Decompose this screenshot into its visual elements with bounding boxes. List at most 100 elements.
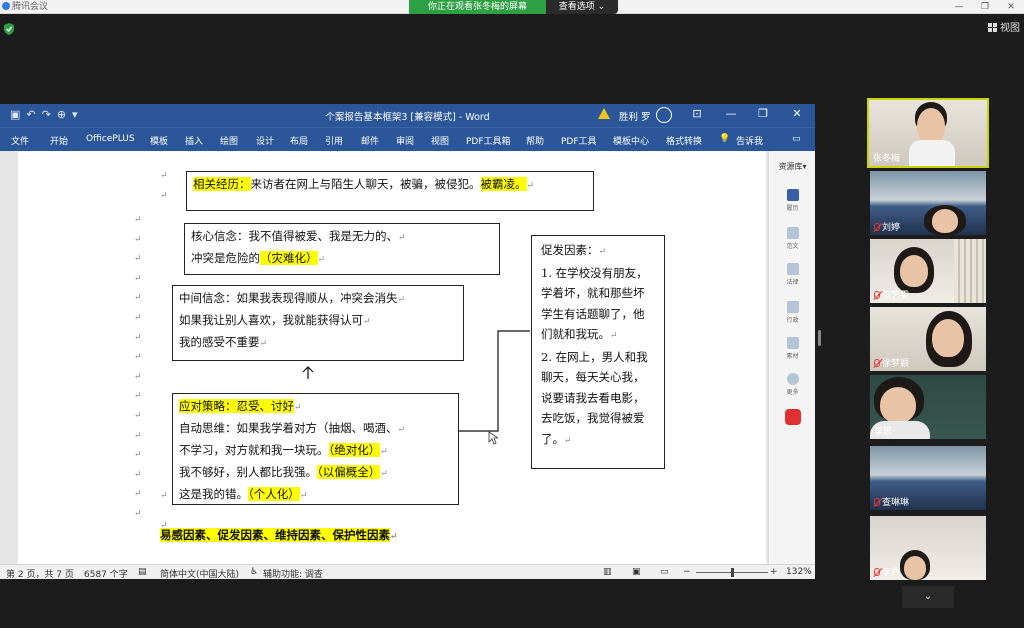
experience-box[interactable]: 相关经历：来访者在网上与陌生人聊天，被骗，被侵犯。被霸凌。↵	[186, 171, 594, 211]
lightbulb-icon[interactable]: 💡	[719, 134, 730, 144]
administration-item[interactable]: 行政	[769, 301, 816, 324]
red-packet-icon[interactable]	[769, 409, 816, 427]
document-area: ↵ ↵ ↵ ↵ ↵ ↵ ↵ ↵ ↵ ↵ ↵ ↵ ↵ ↵ ↵ ↵ ↵ ↵ ↵ ↵ 相关经历：来访者在网上与陌生人聊天…	[0, 151, 815, 564]
participant-name: 李思	[874, 427, 893, 437]
web-layout-icon[interactable]: ▭	[660, 567, 669, 577]
tab-home[interactable]: 开始	[50, 134, 68, 147]
tab-template-center[interactable]: 模板中心	[613, 134, 649, 147]
tab-references[interactable]: 引用	[325, 134, 343, 147]
user-avatar[interactable]	[656, 107, 672, 123]
participant-tile[interactable]: 李燕	[870, 516, 986, 580]
participant-name: 刘婷	[874, 220, 900, 233]
zoom-out-icon[interactable]: −	[683, 567, 691, 577]
resume-icon	[786, 189, 799, 201]
tab-draw[interactable]: 绘图	[220, 134, 238, 147]
zoom-in-icon[interactable]: +	[770, 567, 778, 577]
intermediate-belief-box[interactable]: 中间信念：如果我表现得顺从，冲突会消失↵ 如果我让别人喜欢，我就能获得认可↵ 我…	[172, 285, 464, 361]
participant-tile[interactable]: 李思	[870, 375, 986, 439]
coping-strategy-box[interactable]: 应对策略：忍受、讨好↵ 自动思维：如果我学着对方（抽烟、喝酒、↵ 不学习，对方就…	[172, 393, 459, 505]
zoom-level[interactable]: 132%	[786, 567, 812, 577]
participant-tile[interactable]: 查琳琳	[870, 446, 986, 510]
automatic-thought-line2: 不学习，对方就和我一块玩。	[179, 443, 329, 457]
tab-design[interactable]: 设计	[256, 134, 274, 147]
participant-tile[interactable]: 徐梦颖	[870, 307, 986, 371]
accessibility-status[interactable]: 辅助功能: 调查	[263, 567, 323, 580]
automatic-thought-tag2: （以偏概全）	[317, 465, 381, 479]
more-item[interactable]: 更多	[769, 373, 816, 396]
tab-insert[interactable]: 插入	[185, 134, 203, 147]
word-window: ▣↶↷⊕▾ 个案报告基本框架3 [兼容模式] - Word 胜利 罗 ⊡ — ❐…	[0, 104, 815, 580]
participant-name: 张艺雯	[874, 288, 909, 301]
restore-icon[interactable]: ❐	[972, 0, 998, 14]
user-name: 胜利 罗	[619, 112, 651, 123]
read-mode-icon[interactable]: ▥	[603, 567, 612, 577]
automatic-thought-line3: 我不够好，别人都比我强。	[179, 465, 317, 479]
view-options-button[interactable]: 查看选项 ⌄	[546, 0, 618, 14]
gallery-view-button[interactable]: 视图	[988, 19, 1020, 34]
tab-officeplus[interactable]: OfficePLUS	[86, 134, 135, 144]
tab-view[interactable]: 视图	[431, 134, 449, 147]
core-belief-tag: （灾难化）	[260, 251, 318, 265]
comments-icon[interactable]: ▭	[792, 134, 801, 144]
materials-item[interactable]: 素材	[769, 337, 816, 360]
paragraph-mark: ↵ ↵	[160, 171, 168, 201]
word-minimize-icon[interactable]: —	[716, 107, 746, 120]
tab-review[interactable]: 审阅	[396, 134, 414, 147]
resume-item[interactable]: 履历	[769, 189, 816, 212]
participant-name: 李燕	[874, 565, 900, 578]
security-shield-icon[interactable]	[3, 23, 15, 35]
precipitating-factors-box[interactable]: 促发因素：↵ 1. 在学校没有朋友，学着坏，就和那些坏学生有话题聊了，他们就和我…	[531, 235, 665, 469]
zoom-slider-thumb[interactable]	[731, 568, 734, 577]
intermediate-line3: 我的感受不重要	[179, 335, 260, 349]
participant-tile[interactable]: 刘婷	[870, 171, 986, 235]
trigger-item-1: 1. 在学校没有朋友，学着坏，就和那些坏学生有话题聊了，他们就和我玩。	[541, 265, 648, 342]
meeting-logo-icon	[2, 2, 10, 10]
tab-help[interactable]: 帮助	[526, 134, 544, 147]
page-count[interactable]: 第 2 页，共 7 页	[6, 567, 74, 580]
print-layout-icon[interactable]: ▣	[632, 567, 641, 577]
participant-tile[interactable]: 张艺雯	[870, 239, 986, 303]
administration-icon	[786, 301, 799, 313]
close-icon[interactable]: ✕	[998, 0, 1024, 14]
muted-mic-icon	[874, 291, 880, 299]
muted-mic-icon	[874, 223, 880, 231]
minimize-icon[interactable]: —	[946, 0, 972, 14]
experience-text: 来访者在网上与陌生人聊天，被骗，被侵犯。	[250, 177, 481, 191]
trigger-title: 促发因素：	[541, 243, 599, 257]
resource-library-panel: 资源库▾ 履历 范文 法律 行政 素材 更多	[768, 151, 815, 564]
tell-me-search[interactable]: 告诉我	[736, 134, 763, 147]
core-belief-box[interactable]: 核心信念：我不值得被爱、我是无力的、↵ 冲突是危险的（灾难化）↵	[184, 223, 500, 275]
resource-library-title[interactable]: 资源库▾	[769, 161, 816, 172]
factors-heading: 易感因素、促发因素、维持因素、保护性因素↵	[160, 528, 398, 542]
warning-icon[interactable]	[598, 108, 610, 119]
experience-label: 相关经历：	[193, 177, 251, 191]
more-icon	[786, 373, 799, 385]
app-title: 腾讯会议	[2, 0, 48, 14]
tab-templates[interactable]: 模板	[150, 134, 168, 147]
proofing-icon[interactable]: ▤	[138, 567, 147, 577]
word-restore-icon[interactable]: ❐	[748, 107, 778, 120]
sample-essay-item[interactable]: 范文	[769, 227, 816, 250]
law-icon	[786, 263, 799, 275]
ribbon-display-icon[interactable]: ⊡	[682, 107, 712, 120]
participant-tile[interactable]: 张冬梅	[867, 98, 989, 168]
tab-format-convert[interactable]: 格式转换	[666, 134, 702, 147]
expand-participants-button[interactable]: ⌄	[902, 586, 954, 608]
automatic-thought-tag1: （绝对化）	[328, 443, 381, 457]
chevron-down-icon: ⌄	[923, 591, 933, 602]
coping-strategy-label: 应对策略：忍受、讨好	[179, 399, 294, 413]
law-item[interactable]: 法律	[769, 263, 816, 286]
tab-file[interactable]: 文件	[11, 134, 29, 147]
tab-pdf-toolbox[interactable]: PDF工具箱	[466, 134, 511, 147]
word-count[interactable]: 6587 个字	[84, 567, 128, 580]
language-status[interactable]: 简体中文(中国大陆)	[160, 567, 239, 580]
essay-icon	[786, 227, 799, 239]
tab-mailings[interactable]: 邮件	[361, 134, 379, 147]
muted-mic-icon	[874, 359, 880, 367]
tab-layout[interactable]: 布局	[290, 134, 308, 147]
document-page[interactable]: ↵ ↵ ↵ ↵ ↵ ↵ ↵ ↵ ↵ ↵ ↵ ↵ ↵ ↵ ↵ ↵ ↵ ↵ ↵ ↵ 相关经历：来访者在网上与陌生人聊天…	[18, 151, 766, 564]
tab-pdf-tools[interactable]: PDF工具	[561, 134, 597, 147]
word-close-icon[interactable]: ✕	[782, 107, 812, 120]
mouse-cursor-icon	[488, 431, 498, 445]
split-view-handle[interactable]	[818, 330, 821, 346]
